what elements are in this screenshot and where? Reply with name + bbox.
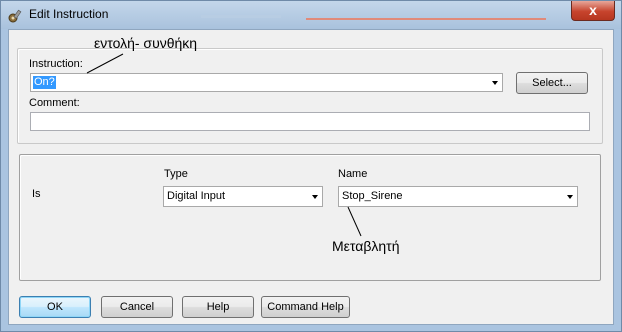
- annotation-pointer-lines: [86, 53, 362, 237]
- variable-pointer-line: [347, 206, 362, 237]
- edit-instruction-dialog: Edit Instruction x Instruction: On? Sele…: [0, 0, 622, 332]
- instruction-pointer-line: [86, 53, 124, 74]
